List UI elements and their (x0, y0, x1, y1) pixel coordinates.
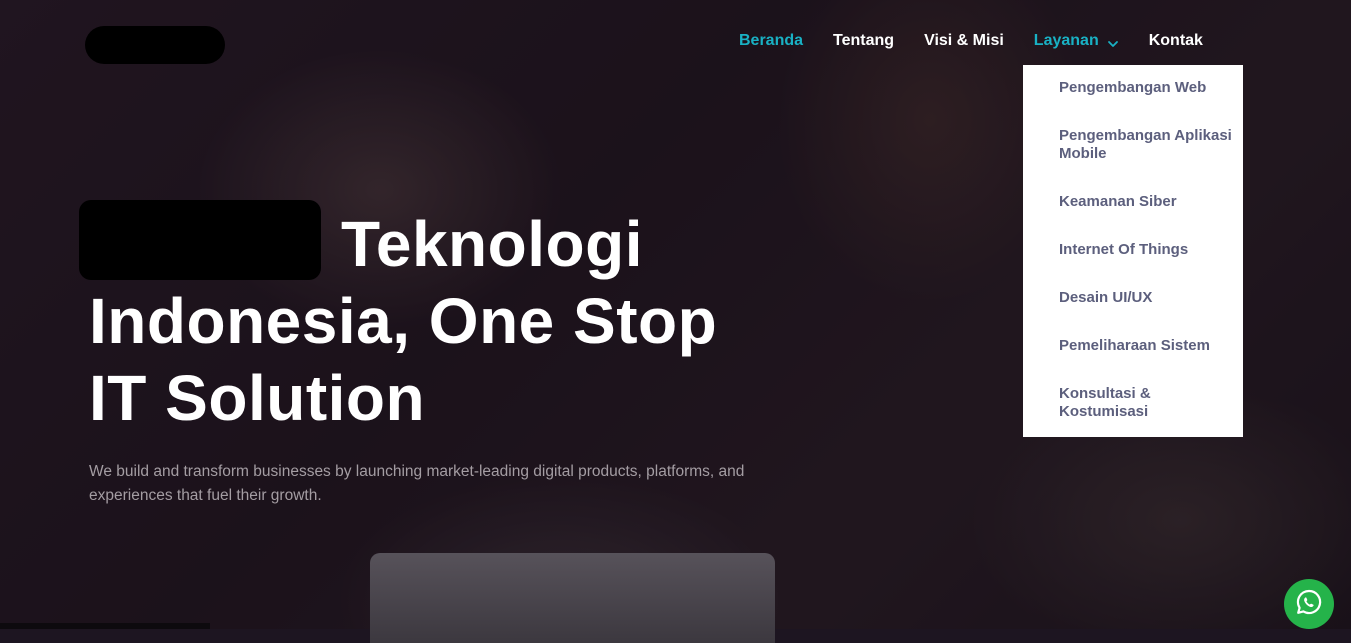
layanan-dropdown-menu: Pengembangan Web Pengembangan Aplikasi M… (1023, 65, 1243, 437)
site-logo-redacted[interactable] (85, 26, 225, 64)
dropdown-item-keamanan-siber[interactable]: Keamanan Siber (1023, 193, 1243, 211)
nav-label: Kontak (1148, 32, 1203, 49)
whatsapp-icon (1295, 588, 1323, 621)
dropdown-item-iot[interactable]: Internet Of Things (1023, 241, 1243, 259)
chevron-down-icon (1107, 35, 1119, 47)
nav-item-visi-misi[interactable]: Visi & Misi (924, 30, 1004, 52)
main-nav: Beranda Tentang Visi & Misi Layanan Kont… (739, 30, 1203, 52)
dropdown-item-konsultasi[interactable]: Konsultasi & Kostumisasi (1023, 385, 1243, 421)
dropdown-item-pengembangan-web[interactable]: Pengembangan Web (1023, 79, 1243, 97)
dropdown-item-desain-ui-ux[interactable]: Desain UI/UX (1023, 289, 1243, 307)
nav-item-tentang[interactable]: Tentang (833, 30, 894, 52)
nav-item-beranda[interactable]: Beranda (739, 30, 803, 52)
nav-item-kontak[interactable]: Kontak (1149, 30, 1203, 52)
nav-item-layanan[interactable]: Layanan (1034, 30, 1119, 52)
bottom-edge-bar (0, 623, 210, 629)
nav-label: Visi & Misi (924, 32, 1004, 49)
nav-label: Tentang (833, 32, 895, 49)
hero-headline: Teknologi Indonesia, One Stop IT Solutio… (79, 200, 729, 437)
dropdown-item-pemeliharaan-sistem[interactable]: Pemeliharaan Sistem (1023, 337, 1243, 355)
laptop-shape (370, 553, 775, 643)
nav-label: Beranda (739, 32, 804, 49)
redacted-company-name (79, 200, 321, 280)
dropdown-item-aplikasi-mobile[interactable]: Pengembangan Aplikasi Mobile (1023, 127, 1243, 163)
nav-label: Layanan (1033, 32, 1099, 49)
hero-subtext: We build and transform businesses by lau… (89, 463, 745, 504)
whatsapp-chat-button[interactable] (1284, 579, 1334, 629)
